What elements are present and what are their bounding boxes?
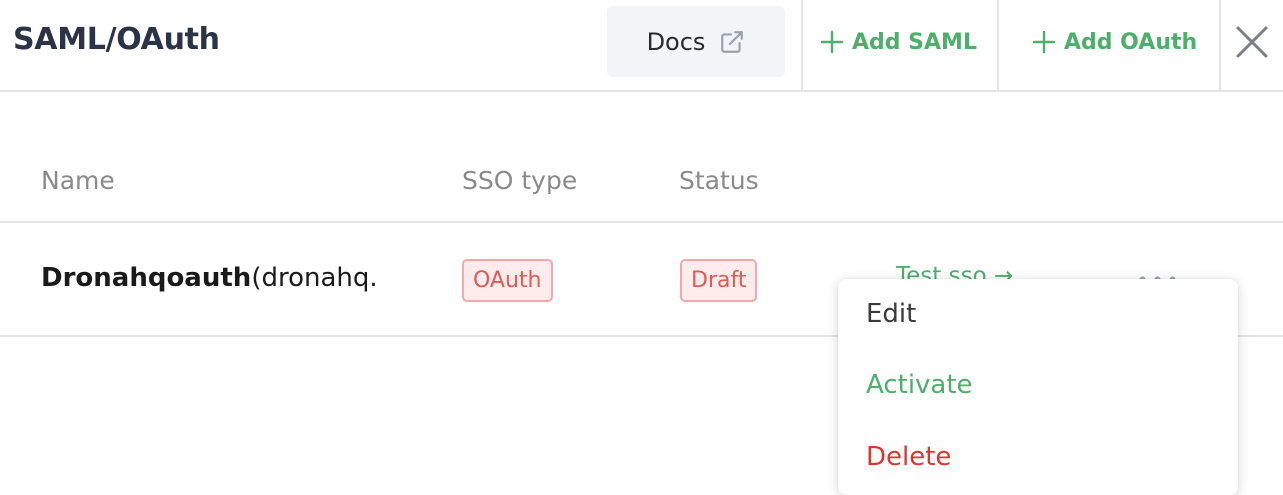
add-saml-label: Add SAML (852, 29, 977, 55)
menu-item-delete[interactable]: Delete (866, 442, 951, 472)
header-divider (997, 0, 999, 92)
status-badge: Draft (680, 259, 758, 302)
docs-button-label: Docs (646, 27, 706, 56)
row-actions-menu: Edit Activate Delete (838, 279, 1238, 495)
column-header-status[interactable]: Status (679, 166, 759, 195)
plus-icon (820, 30, 844, 54)
header-divider (1219, 0, 1221, 92)
add-oauth-button[interactable]: Add OAuth (1032, 24, 1197, 60)
sso-name-secondary: (dronahq. (251, 263, 378, 293)
header-divider (801, 0, 803, 92)
plus-icon (1032, 30, 1056, 54)
menu-item-activate[interactable]: Activate (866, 370, 973, 400)
close-icon (1236, 26, 1268, 58)
column-header-name[interactable]: Name (41, 166, 115, 195)
external-link-icon (719, 29, 745, 55)
sso-name-primary: Dronahqoauth (41, 263, 252, 293)
menu-item-edit[interactable]: Edit (866, 299, 916, 329)
sso-name-cell: Dronahqoauth(dronahq. (41, 263, 378, 293)
close-button[interactable] (1234, 24, 1270, 60)
add-oauth-label: Add OAuth (1064, 29, 1198, 55)
docs-button[interactable]: Docs (607, 6, 785, 77)
column-header-sso-type[interactable]: SSO type (462, 166, 577, 195)
add-saml-button[interactable]: Add SAML (820, 24, 977, 60)
sso-type-badge: OAuth (462, 259, 553, 302)
page-title: SAML/OAuth (13, 22, 220, 57)
header-bar: SAML/OAuth Docs Add SAML Add OAuth (0, 0, 1283, 92)
